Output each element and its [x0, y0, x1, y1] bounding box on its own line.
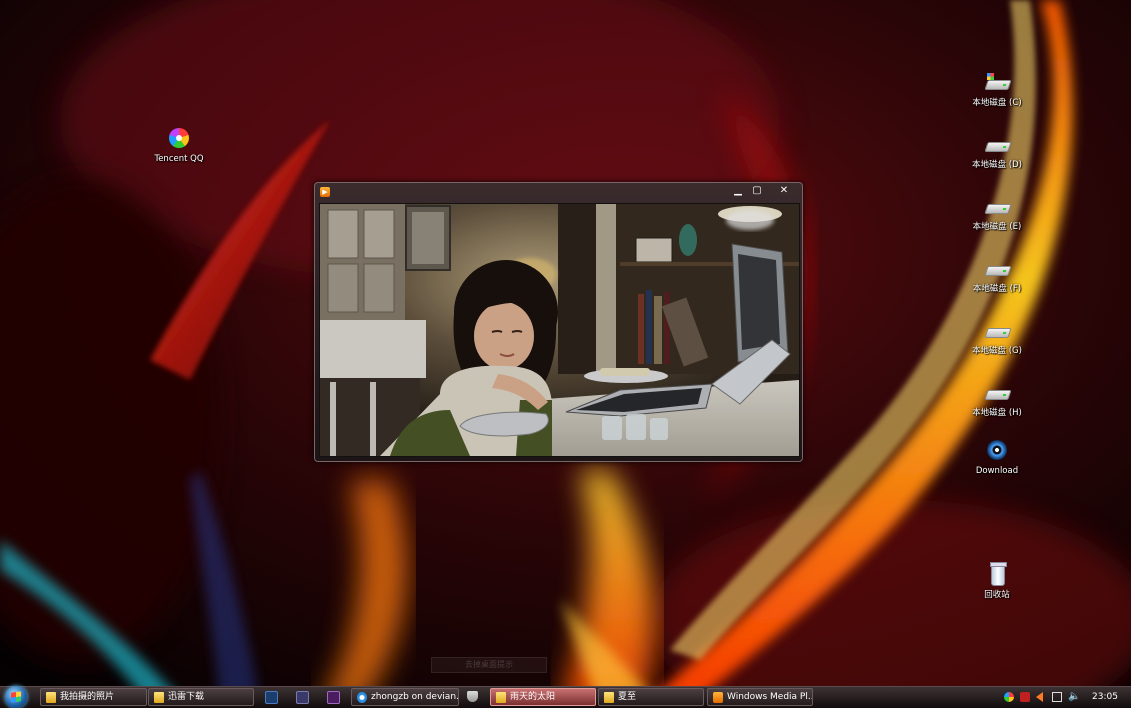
desktop-icon-label: Download	[975, 466, 1019, 476]
hard-drive-icon	[983, 258, 1012, 282]
windows-start-orb	[11, 691, 21, 703]
taskbar-window-label: 雨天的太阳	[510, 692, 556, 702]
taskbar-window-label: 夏至	[618, 692, 637, 702]
recycle-bin-icon	[983, 562, 1011, 588]
desktop-icon-label: 本地磁盘 (G)	[972, 346, 1022, 356]
antivirus-tray-icon[interactable]	[1020, 692, 1030, 702]
disc-folder-icon	[983, 440, 1011, 464]
taskbar-window-thunder-downloads[interactable]: 迅雷下载	[148, 688, 254, 706]
maximize-button[interactable]: ▢	[748, 185, 766, 197]
folder-icon	[154, 692, 164, 703]
network-icon[interactable]	[1052, 692, 1062, 702]
desktop-icon-drive-e[interactable]: 本地磁盘 (E)	[962, 196, 1032, 233]
qq-tray-icon[interactable]	[1004, 692, 1014, 702]
arrow-tray-icon[interactable]	[1036, 692, 1043, 702]
folder-icon	[496, 692, 506, 703]
desktop-icon-label: 本地磁盘 (H)	[972, 408, 1022, 418]
desktop-icon-label: 回收站	[984, 590, 1010, 600]
taskbar-window-label: zhongzb on devian...	[371, 692, 459, 702]
desktop-icon-tencent-qq[interactable]: Tencent QQ	[144, 128, 214, 165]
premiere-icon[interactable]	[327, 691, 340, 704]
desktop-icon-label: 本地磁盘 (C)	[972, 98, 1022, 108]
start-button[interactable]	[5, 686, 27, 708]
desktop-icon-drive-f[interactable]: 本地磁盘 (F)	[962, 258, 1032, 295]
taskbar-window-summer-solstice[interactable]: 夏至	[598, 688, 704, 706]
hard-drive-icon	[983, 134, 1012, 158]
video-still	[320, 204, 799, 456]
video-frame[interactable]	[319, 203, 800, 457]
hard-drive-icon	[983, 382, 1012, 406]
desktop-icon-label: 本地磁盘 (F)	[972, 284, 1022, 294]
windows-media-player-icon	[713, 692, 723, 703]
desktop-icon-label: Tencent QQ	[154, 154, 204, 164]
taskbar-window-label: Windows Media Pl...	[727, 692, 813, 702]
hard-drive-icon	[983, 196, 1012, 220]
taskbar-window-label: 迅雷下载	[168, 692, 205, 702]
taskbar: 我拍摄的照片 迅雷下载 zhongzb on devian... 雨天的太阳 夏…	[0, 686, 1131, 708]
volume-icon[interactable]: 🔈	[1068, 692, 1080, 702]
system-drive-icon	[983, 72, 1012, 96]
minimize-button[interactable]: ▁	[729, 185, 747, 197]
photoshop-icon[interactable]	[265, 691, 278, 704]
desktop-icon-drive-g[interactable]: 本地磁盘 (G)	[962, 320, 1032, 357]
desktop-icon-drive-c[interactable]: 本地磁盘 (C)	[962, 72, 1032, 109]
desktop-icon-download[interactable]: Download	[962, 440, 1032, 477]
desktop-icon-drive-h[interactable]: 本地磁盘 (H)	[962, 382, 1032, 419]
taskbar-window-label: 我拍摄的照片	[60, 692, 115, 702]
taskbar-window-rainy-sun[interactable]: 雨天的太阳	[490, 688, 596, 706]
internet-explorer-icon	[357, 692, 367, 703]
taskbar-window-browser[interactable]: zhongzb on devian...	[351, 688, 459, 706]
desktop-icon-label: 本地磁盘 (D)	[972, 160, 1022, 170]
window-titlebar[interactable]: ▶ ▁ ▢ ✕	[315, 183, 802, 201]
taskbar-clock[interactable]: 23:05	[1087, 687, 1123, 707]
taskbar-window-media-player[interactable]: Windows Media Pl...	[707, 688, 813, 706]
windows-media-player-icon: ▶	[320, 187, 330, 197]
folder-icon	[604, 692, 614, 703]
window-switch-icon[interactable]	[296, 691, 309, 704]
desktop-icon-recycle-bin[interactable]: 回收站	[962, 562, 1032, 601]
close-button[interactable]: ✕	[773, 185, 795, 197]
faint-desktop-tip: 去掉桌面提示	[431, 657, 547, 673]
security-shield-icon[interactable]	[467, 691, 478, 702]
tencent-qq-icon	[165, 128, 193, 152]
desktop-icon-drive-d[interactable]: 本地磁盘 (D)	[962, 134, 1032, 171]
taskbar-window-photos[interactable]: 我拍摄的照片	[40, 688, 147, 706]
media-player-window[interactable]: ▶ ▁ ▢ ✕	[314, 182, 803, 462]
folder-icon	[46, 692, 56, 703]
desktop-icon-label: 本地磁盘 (E)	[972, 222, 1022, 232]
hard-drive-icon	[983, 320, 1012, 344]
